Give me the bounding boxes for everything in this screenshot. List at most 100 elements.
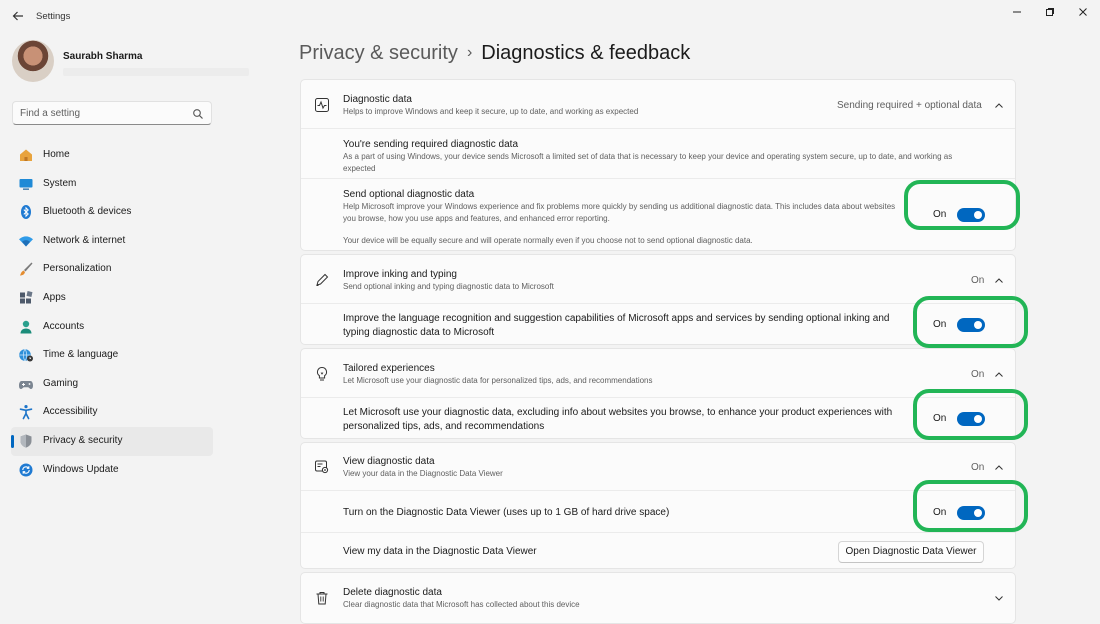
user-name: Saurabh Sharma [63, 51, 143, 62]
avatar [12, 40, 54, 82]
diagnostic-data-title: Diagnostic data [343, 94, 412, 105]
gamepad-icon [18, 376, 34, 392]
search-box[interactable] [12, 101, 212, 125]
turn-on-viewer-toggle[interactable] [957, 506, 985, 520]
tailored-experiences-desc: Let Microsoft use your diagnostic data f… [343, 376, 653, 385]
tailored-experiences-status: On [971, 369, 985, 380]
view-diagnostic-data-card: View diagnostic data View your data in t… [300, 442, 1016, 569]
turn-on-viewer-toggle-label: On [933, 507, 947, 518]
pen-icon [314, 272, 330, 288]
sidebar-item-personalization[interactable]: Personalization [11, 255, 213, 284]
restore-button[interactable] [1039, 5, 1061, 23]
tailored-experiences-text: Let Microsoft use your diagnostic data, … [343, 407, 893, 432]
tailored-experiences-header[interactable]: Tailored experiences Let Microsoft use y… [301, 349, 1015, 397]
optional-data-toggle-label: On [933, 209, 947, 220]
optional-data-row: Send optional diagnostic data Help Micro… [301, 178, 1015, 251]
diagnostic-data-desc: Helps to improve Windows and keep it sec… [343, 107, 639, 116]
diagnostic-data-status: Sending required + optional data [837, 100, 982, 111]
sidebar-item-label: Windows Update [43, 463, 119, 475]
view-diagnostic-data-header[interactable]: View diagnostic data View your data in t… [301, 443, 1015, 490]
optional-data-toggle[interactable] [957, 208, 985, 222]
sidebar-item-label: System [43, 177, 77, 189]
chevron-up-icon[interactable] [993, 368, 1005, 380]
delete-diagnostic-data-card[interactable]: Delete diagnostic data Clear diagnostic … [300, 572, 1016, 624]
page-title: Diagnostics & feedback [481, 42, 691, 64]
turn-on-viewer-row: Turn on the Diagnostic Data Viewer (uses… [301, 490, 1015, 533]
sidebar-item-system[interactable]: System [11, 170, 213, 199]
sidebar-nav: Home System Bluetooth & devices Network … [11, 141, 213, 484]
sidebar-item-label: Privacy & security [43, 434, 123, 446]
chevron-up-icon[interactable] [993, 274, 1005, 286]
tailored-experiences-toggle[interactable] [957, 412, 985, 426]
user-profile[interactable]: Saurabh Sharma [12, 40, 252, 84]
optional-data-title: Send optional diagnostic data [343, 189, 475, 200]
required-data-row: You're sending required diagnostic data … [301, 128, 1015, 179]
sidebar-item-accessibility[interactable]: Accessibility [11, 398, 213, 427]
sidebar-item-label: Bluetooth & devices [43, 206, 132, 218]
sidebar-item-accounts[interactable]: Accounts [11, 313, 213, 342]
sidebar-item-label: Apps [43, 291, 66, 303]
required-data-desc: As a part of using Windows, your device … [343, 152, 953, 173]
inking-typing-toggle[interactable] [957, 318, 985, 332]
view-diagnostic-data-status: On [971, 462, 985, 473]
chevron-down-icon[interactable] [993, 591, 1005, 603]
chevron-up-icon[interactable] [993, 461, 1005, 473]
inking-typing-header[interactable]: Improve inking and typing Send optional … [301, 255, 1015, 303]
bluetooth-icon [18, 204, 34, 220]
sidebar-item-label: Accounts [43, 320, 85, 332]
globe-clock-icon [18, 347, 34, 363]
sidebar-item-label: Gaming [43, 377, 79, 389]
breadcrumb: Privacy & security › Diagnostics & feedbac… [299, 42, 690, 65]
tailored-experiences-toggle-label: On [933, 413, 947, 424]
breadcrumb-parent[interactable]: Privacy & security [299, 42, 458, 64]
chevron-up-icon[interactable] [993, 99, 1005, 111]
inking-typing-text: Improve the language recognition and sug… [343, 313, 890, 338]
search-icon [192, 107, 204, 119]
open-diagnostic-data-viewer-button[interactable]: Open Diagnostic Data Viewer [838, 541, 984, 563]
diagnostic-data-header[interactable]: Diagnostic data Helps to improve Windows… [301, 80, 1015, 128]
inking-typing-desc: Send optional inking and typing diagnost… [343, 282, 554, 291]
delete-diagnostic-data-title: Delete diagnostic data [343, 587, 442, 598]
close-button[interactable] [1072, 5, 1094, 23]
view-diagnostic-data-title: View diagnostic data [343, 456, 435, 467]
sidebar-item-time-language[interactable]: Time & language [11, 341, 213, 370]
title-bar: Settings [0, 0, 1100, 34]
sidebar-item-bluetooth[interactable]: Bluetooth & devices [11, 198, 213, 227]
brush-icon [18, 261, 34, 277]
inking-typing-toggle-label: On [933, 319, 947, 330]
view-my-data-text: View my data in the Diagnostic Data View… [343, 546, 537, 557]
user-email-redacted [63, 68, 249, 76]
tailored-experiences-card: Tailored experiences Let Microsoft use y… [300, 348, 1016, 439]
optional-data-note: Your device will be equally secure and w… [343, 236, 753, 245]
optional-data-desc: Help Microsoft improve your Windows expe… [343, 202, 896, 223]
view-diagnostic-data-desc: View your data in the Diagnostic Data Vi… [343, 469, 503, 478]
shield-icon [18, 433, 34, 449]
sidebar-item-gaming[interactable]: Gaming [11, 370, 213, 399]
minimize-button[interactable] [1006, 5, 1028, 23]
sidebar-item-apps[interactable]: Apps [11, 284, 213, 313]
sidebar-item-windows-update[interactable]: Windows Update [11, 456, 213, 485]
data-viewer-icon [314, 459, 330, 475]
inking-typing-title: Improve inking and typing [343, 269, 457, 280]
accounts-icon [18, 319, 34, 335]
sidebar-item-privacy-security[interactable]: Privacy & security [11, 426, 213, 456]
tailored-experiences-subrow: Let Microsoft use your diagnostic data, … [301, 397, 1015, 439]
breadcrumb-separator: › [466, 44, 473, 61]
back-arrow-icon[interactable] [10, 9, 26, 25]
inking-typing-status: On [971, 275, 985, 286]
sidebar-item-home[interactable]: Home [11, 141, 213, 170]
sidebar-item-label: Network & internet [43, 234, 126, 246]
turn-on-viewer-text: Turn on the Diagnostic Data Viewer (uses… [343, 507, 670, 518]
delete-diagnostic-data-desc: Clear diagnostic data that Microsoft has… [343, 600, 580, 609]
required-data-title: You're sending required diagnostic data [343, 139, 518, 150]
accessibility-icon [18, 404, 34, 420]
search-input[interactable] [20, 105, 185, 121]
lightbulb-icon [314, 366, 330, 382]
trash-icon [314, 590, 330, 606]
system-icon [18, 176, 34, 192]
home-icon [18, 147, 34, 163]
view-my-data-row: View my data in the Diagnostic Data View… [301, 532, 1015, 569]
sidebar-item-network[interactable]: Network & internet [11, 227, 213, 256]
sidebar-item-label: Time & language [43, 349, 119, 361]
window-title: Settings [36, 11, 71, 22]
